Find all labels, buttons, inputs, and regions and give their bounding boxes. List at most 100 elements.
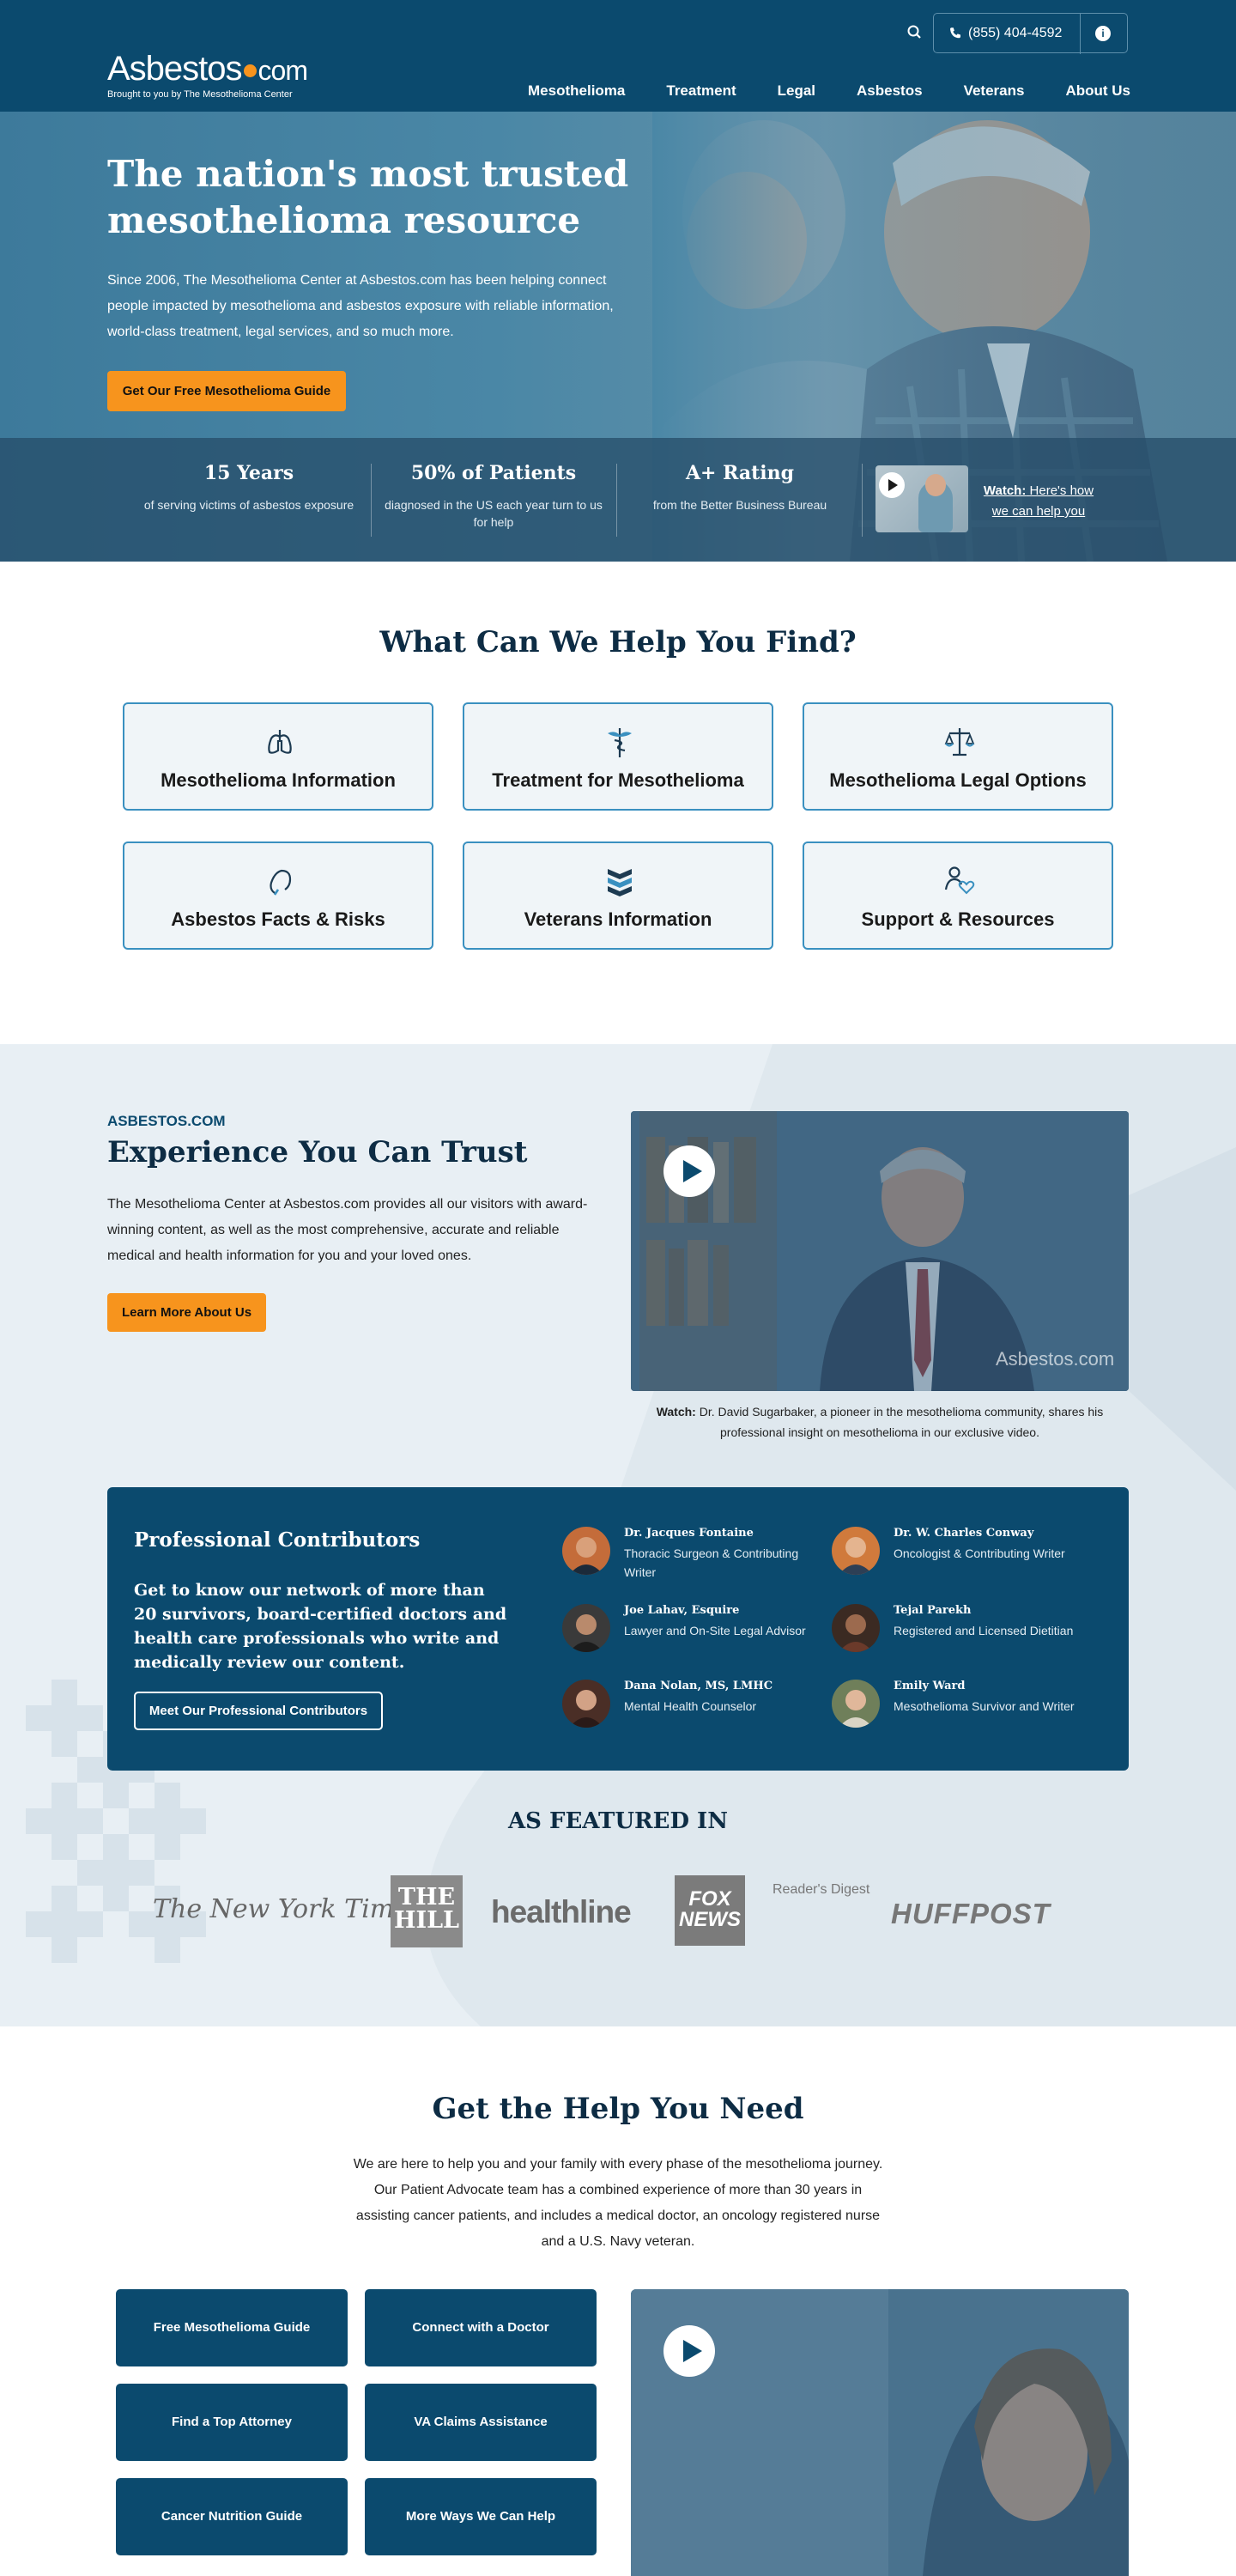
card-label: Support & Resources xyxy=(861,908,1055,930)
find-section-title: What Can We Help You Find? xyxy=(379,625,857,659)
card-legal-options[interactable]: Mesothelioma Legal Options xyxy=(803,702,1113,811)
contributor-name: Dr. Jacques Fontaine xyxy=(624,1527,754,1540)
avatar xyxy=(832,1527,880,1575)
hook-icon xyxy=(270,869,292,896)
logo-the-hill: THE HILL xyxy=(391,1875,463,1947)
phone-number: (855) 404-4592 xyxy=(968,25,1063,40)
stat-desc: from the Better Business Bureau xyxy=(652,498,827,512)
logo-healthline: healthline xyxy=(491,1894,632,1929)
learn-more-button[interactable]: Learn More About Us xyxy=(107,1293,266,1332)
va-claims-link[interactable]: VA Claims Assistance xyxy=(365,2384,597,2461)
free-guide-button[interactable]: Get Our Free Mesothelioma Guide xyxy=(107,371,346,411)
nav-mesothelioma[interactable]: Mesothelioma xyxy=(528,82,625,100)
contributor-role: Registered and Licensed Dietitian xyxy=(894,1624,1074,1637)
card-veterans-information[interactable]: Veterans Information xyxy=(463,841,773,950)
logo-readers-digest: Reader's Digest xyxy=(772,1882,870,1897)
free-guide-link[interactable]: Free Mesothelioma Guide xyxy=(116,2289,348,2366)
site-logo[interactable]: Asbestos com Brought to you by The Mesoth… xyxy=(107,50,308,100)
video-caption: Watch: Dr. David Sugarbaker, a pioneer i… xyxy=(631,1401,1129,1443)
experience-title: Experience You Can Trust xyxy=(107,1135,528,1170)
avatar xyxy=(832,1604,880,1652)
card-support-resources[interactable]: Support & Resources xyxy=(803,841,1113,950)
person-heart-icon xyxy=(944,866,975,895)
nav-legal[interactable]: Legal xyxy=(778,82,815,100)
play-icon[interactable] xyxy=(663,2325,715,2377)
site-header: Asbestos com Brought to you by The Mesoth… xyxy=(0,0,1236,112)
main-nav: Mesothelioma Treatment Legal Asbestos Ve… xyxy=(487,82,1130,100)
experience-section: ASBESTOS.COM Experience You Can Trust Th… xyxy=(0,1044,1236,2026)
hero-section: The nation's most trusted mesothelioma r… xyxy=(0,112,1236,562)
patient-advocate-video[interactable] xyxy=(631,2289,1129,2576)
video-watermark: Asbestos.com xyxy=(996,1348,1115,1370)
contributor-name: Joe Lahav, Esquire xyxy=(624,1604,740,1617)
contributors-desc: Get to know our network of more than 20 … xyxy=(134,1581,507,1672)
meet-contributors-button[interactable]: Meet Our Professional Contributors xyxy=(134,1692,383,1730)
stat-divider xyxy=(371,464,372,537)
card-treatment[interactable]: Treatment for Mesothelioma xyxy=(463,702,773,811)
play-icon[interactable] xyxy=(663,1145,715,1197)
hero-title: The nation's most trusted mesothelioma r… xyxy=(107,153,629,241)
logo-tagline: Brought to you by The Mesothelioma Cente… xyxy=(107,89,293,100)
card-mesothelioma-information[interactable]: Mesothelioma Information xyxy=(123,702,433,811)
lungs-icon xyxy=(268,730,292,754)
more-ways-link[interactable]: More Ways We Can Help xyxy=(365,2478,597,2555)
stat-value: 15 Years xyxy=(203,462,294,484)
logo-fox-news: FOX NEWS xyxy=(675,1875,745,1946)
avatar xyxy=(562,1527,610,1575)
nav-about-us[interactable]: About Us xyxy=(1065,82,1130,100)
thumbnail-head xyxy=(925,474,946,496)
play-icon[interactable] xyxy=(879,472,905,498)
hero-text: Since 2006, The Mesothelioma Center at A… xyxy=(107,273,614,339)
contributor-role: Thoracic Surgeon & Contributing Writer xyxy=(624,1546,799,1579)
find-attorney-link[interactable]: Find a Top Attorney xyxy=(116,2384,348,2461)
avatar xyxy=(562,1680,610,1728)
stat-divider xyxy=(862,464,863,537)
watch-video-thumbnail[interactable] xyxy=(876,465,968,532)
caption-label: Watch: xyxy=(656,1405,696,1419)
avatar xyxy=(562,1604,610,1652)
logo-wordmark: Asbestos xyxy=(107,50,243,88)
stat-desc: of serving victims of asbestos exposure xyxy=(143,498,354,512)
contributor-role: Lawyer and On-Site Legal Advisor xyxy=(624,1624,806,1637)
phone-button[interactable]: (855) 404-4592 i xyxy=(933,13,1128,54)
contributors-title: Professional Contributors xyxy=(134,1528,421,1552)
stat-value: A+ Rating xyxy=(685,462,795,484)
caption-text: Dr. David Sugarbaker, a pioneer in the m… xyxy=(699,1405,1104,1439)
sugarbaker-video[interactable]: Asbestos.com xyxy=(631,1111,1129,1391)
logo-dot-icon xyxy=(243,64,257,77)
caduceus-icon xyxy=(608,728,632,757)
section-eyebrow: ASBESTOS.COM xyxy=(107,1113,226,1129)
scales-icon xyxy=(944,728,975,756)
contributor-name: Dana Nolan, MS, LMHC xyxy=(624,1680,773,1692)
card-label: Mesothelioma Legal Options xyxy=(829,769,1087,791)
nav-veterans[interactable]: Veterans xyxy=(964,82,1025,100)
phone-icon xyxy=(950,27,960,38)
contributor-role: Oncologist & Contributing Writer xyxy=(894,1546,1065,1560)
help-text: We are here to help you and your family … xyxy=(353,2157,883,2249)
stat-patients: 50% of Patients diagnosed in the US each… xyxy=(382,462,605,531)
experience-text: The Mesothelioma Center at Asbestos.com … xyxy=(107,1197,588,1263)
info-icon[interactable]: i xyxy=(1095,26,1111,41)
card-label: Treatment for Mesothelioma xyxy=(492,769,744,791)
card-label: Mesothelioma Information xyxy=(161,769,396,791)
search-icon[interactable] xyxy=(905,22,925,43)
stat-rating: A+ Rating from the Better Business Burea… xyxy=(628,462,851,513)
watch-video-link[interactable]: Watch: Here's how we can help you xyxy=(978,481,1099,522)
nav-asbestos[interactable]: Asbestos xyxy=(857,82,923,100)
logo-huffpost: HUFFPOST xyxy=(891,1898,1051,1929)
card-asbestos-facts[interactable]: Asbestos Facts & Risks xyxy=(123,841,433,950)
contributor-role: Mental Health Counselor xyxy=(624,1699,757,1713)
contributor-name: Emily Ward xyxy=(894,1680,966,1692)
stat-divider xyxy=(616,464,617,537)
contributor-role: Mesothelioma Survivor and Writer xyxy=(894,1699,1075,1713)
stat-desc: diagnosed in the US each year turn to us… xyxy=(385,498,603,529)
phone-divider xyxy=(1080,14,1081,54)
nutrition-guide-link[interactable]: Cancer Nutrition Guide xyxy=(116,2478,348,2555)
contributor-name: Dr. W. Charles Conway xyxy=(894,1527,1034,1540)
stat-years: 15 Years of serving victims of asbestos … xyxy=(137,462,360,513)
stat-value: 50% of Patients xyxy=(410,462,577,484)
nav-treatment[interactable]: Treatment xyxy=(666,82,736,100)
chevron-rank-icon xyxy=(608,869,632,896)
connect-doctor-link[interactable]: Connect with a Doctor xyxy=(365,2289,597,2366)
card-label: Veterans Information xyxy=(524,908,712,930)
